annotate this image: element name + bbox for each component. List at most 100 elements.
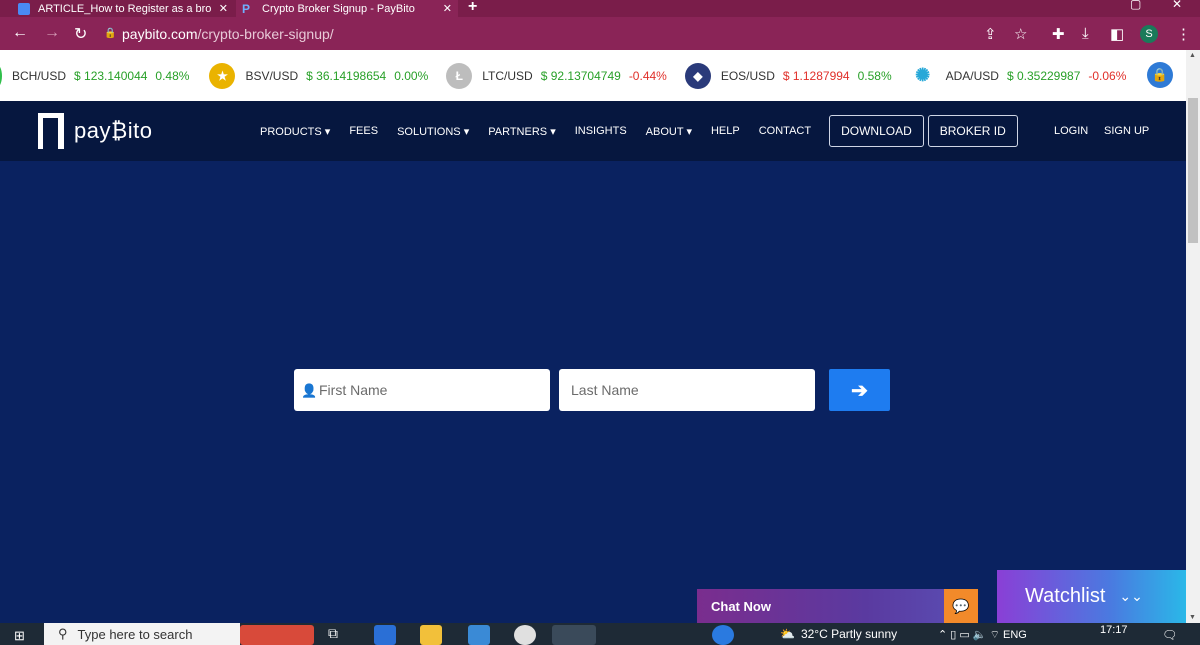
site-header: pay₿ito PRODUCTS ▾ FEES SOLUTIONS ▾ PART…: [0, 101, 1186, 161]
change-value: -0.06%: [1088, 68, 1127, 83]
menu-label: PARTNERS: [488, 125, 548, 138]
menu-label: ABOUT: [645, 125, 684, 138]
menu-label: SOLUTIONS: [397, 125, 461, 138]
signup-link[interactable]: SIGN UP: [1104, 125, 1149, 137]
login-link[interactable]: LOGIN: [1054, 125, 1088, 137]
menu-item-products[interactable]: PRODUCTS ▾: [260, 125, 330, 138]
menu-item-solutions[interactable]: SOLUTIONS ▾: [397, 125, 469, 138]
ada-coin-icon: ✺: [909, 62, 936, 89]
chat-now-widget[interactable]: Chat Now 💬: [697, 589, 978, 623]
new-tab-button[interactable]: +: [468, 0, 477, 16]
double-chevron-down-icon: ⌄⌄: [1119, 588, 1143, 604]
price-value: $ 123.140044: [74, 68, 148, 83]
menu-item-fees[interactable]: FEES: [349, 125, 378, 137]
watchlist-widget[interactable]: Watchlist ⌄⌄: [997, 570, 1186, 623]
docs-icon: [18, 2, 30, 15]
ticker-item[interactable]: Ł LTC/USD $ 92.13704749 -0.44%: [446, 62, 667, 89]
submit-arrow-button[interactable]: ➔: [829, 369, 890, 411]
last-name-field[interactable]: Last Name: [559, 369, 815, 411]
pair-label: EOS/USD: [720, 68, 775, 83]
menu-kebab-icon[interactable]: ⋮: [1176, 25, 1191, 43]
user-icon: 👤: [301, 383, 318, 398]
share-icon[interactable]: ⇪: [984, 25, 997, 43]
close-window-icon[interactable]: ✕: [1172, 0, 1182, 11]
last-name-placeholder: Last Name: [571, 382, 639, 398]
address-bar[interactable]: 🔒 paybito.com /crypto-broker-signup/: [104, 22, 1044, 45]
slack-icon[interactable]: [514, 625, 536, 645]
taskbar-search-placeholder: Type here to search: [77, 626, 193, 642]
bch-coin-icon: [0, 62, 2, 89]
download-button[interactable]: DOWNLOAD: [829, 115, 924, 147]
pair-label: ADA/USD: [945, 68, 999, 83]
task-view-icon[interactable]: ⧉: [328, 625, 350, 645]
windows-start-icon[interactable]: ⊞: [14, 628, 28, 643]
menu-item-contact[interactable]: CONTACT: [759, 125, 811, 137]
scroll-down-icon[interactable]: ▼: [1189, 614, 1196, 621]
search-icon: ⚲: [58, 626, 68, 641]
menu-item-partners[interactable]: PARTNERS ▾: [488, 125, 555, 138]
os-taskbar: ⊞ ⚲ Type here to search ⧉ ⛅ 32°C Partly …: [0, 623, 1200, 645]
ticker-item[interactable]: ✺ ADA/USD $ 0.35229987 -0.06%: [909, 62, 1127, 89]
pair-label: BSV/USD: [245, 68, 299, 83]
menu-item-insights[interactable]: INSIGHTS: [575, 125, 627, 137]
system-tray[interactable]: ⌃ ▯ ▭ 🔈 ⌔ ENG: [938, 628, 1027, 642]
help-icon[interactable]: [712, 625, 734, 645]
notification-icon[interactable]: 🗨: [1162, 628, 1177, 642]
ticker-item[interactable]: BCH/USD $ 123.140044 0.48%: [12, 69, 189, 83]
profile-avatar[interactable]: S: [1140, 25, 1158, 43]
mail-icon[interactable]: [374, 625, 396, 645]
extensions-icon[interactable]: ✚: [1052, 25, 1065, 43]
browser-tab-paybito[interactable]: P Crypto Broker Signup - PayBito ✕: [236, 0, 458, 17]
weather-widget[interactable]: ⛅ 32°C Partly sunny: [780, 627, 897, 641]
broker-id-button[interactable]: BROKER ID: [927, 115, 1018, 147]
page-scrollbar[interactable]: ▲ ▼: [1186, 50, 1200, 623]
price-value: $ 36.14198654: [306, 68, 387, 83]
browser-tab-article[interactable]: ARTICLE_How to Register as a bro ✕: [12, 0, 234, 17]
chat-bubble-icon: 💬: [944, 589, 978, 623]
browser-toolbar: ← → ↻ 🔒 paybito.com /crypto-broker-signu…: [0, 17, 1200, 50]
reload-icon[interactable]: ↻: [74, 24, 87, 44]
close-icon[interactable]: ✕: [443, 2, 452, 15]
security-lock-icon[interactable]: 🔒: [1147, 62, 1173, 88]
news-widget-icon[interactable]: [240, 625, 314, 645]
restore-window-icon[interactable]: ▢: [1130, 0, 1141, 11]
price-ticker: BCH/USD $ 123.140044 0.48% ★ BSV/USD $ 3…: [0, 50, 1186, 101]
file-explorer-icon[interactable]: [420, 625, 442, 645]
menu-label: PRODUCTS: [260, 125, 322, 138]
paybito-logo[interactable]: pay₿ito: [38, 113, 153, 149]
change-value: -0.44%: [628, 68, 667, 83]
store-icon[interactable]: [468, 625, 490, 645]
change-value: 0.58%: [857, 68, 892, 83]
menu-label: INSIGHTS: [574, 125, 627, 137]
ticker-item[interactable]: ★ BSV/USD $ 36.14198654 0.00%: [209, 62, 429, 89]
caret-down-icon: ▾: [463, 125, 470, 138]
watchlist-label: Watchlist: [1025, 585, 1106, 607]
weather-sun-icon: ⛅: [780, 627, 795, 641]
scroll-thumb[interactable]: [1188, 98, 1198, 243]
bookmark-star-icon[interactable]: ☆: [1014, 25, 1027, 43]
close-icon[interactable]: ✕: [219, 2, 228, 15]
menu-item-about[interactable]: ABOUT ▾: [646, 125, 692, 138]
chrome-icon[interactable]: [552, 625, 596, 645]
arrow-right-icon: ➔: [851, 379, 868, 402]
menu-label: FEES: [349, 125, 379, 137]
download-icon[interactable]: ⤓: [1082, 25, 1089, 42]
change-value: 0.00%: [394, 68, 429, 83]
url-path: /crypto-broker-signup/: [197, 25, 334, 42]
forward-arrow-icon[interactable]: →: [44, 24, 60, 42]
menu-item-help[interactable]: HELP: [711, 125, 740, 137]
tab-title: ARTICLE_How to Register as a bro: [38, 2, 212, 15]
ticker-item[interactable]: ◆ EOS/USD $ 1.1287994 0.58%: [684, 62, 892, 89]
change-value: 0.48%: [155, 68, 190, 83]
url-domain: paybito.com: [122, 25, 198, 42]
language-indicator[interactable]: ENG: [1003, 629, 1027, 641]
first-name-placeholder: First Name: [319, 382, 388, 398]
scroll-up-icon[interactable]: ▲: [1189, 52, 1196, 59]
taskbar-search[interactable]: ⚲ Type here to search: [44, 623, 240, 645]
side-panel-icon[interactable]: ◧: [1110, 25, 1124, 43]
back-arrow-icon[interactable]: ←: [12, 24, 28, 42]
menu-label: HELP: [710, 125, 740, 137]
lock-icon[interactable]: 🔒: [104, 28, 116, 40]
clock[interactable]: 17:17: [1100, 624, 1128, 636]
first-name-field[interactable]: 👤 First Name: [294, 369, 550, 411]
